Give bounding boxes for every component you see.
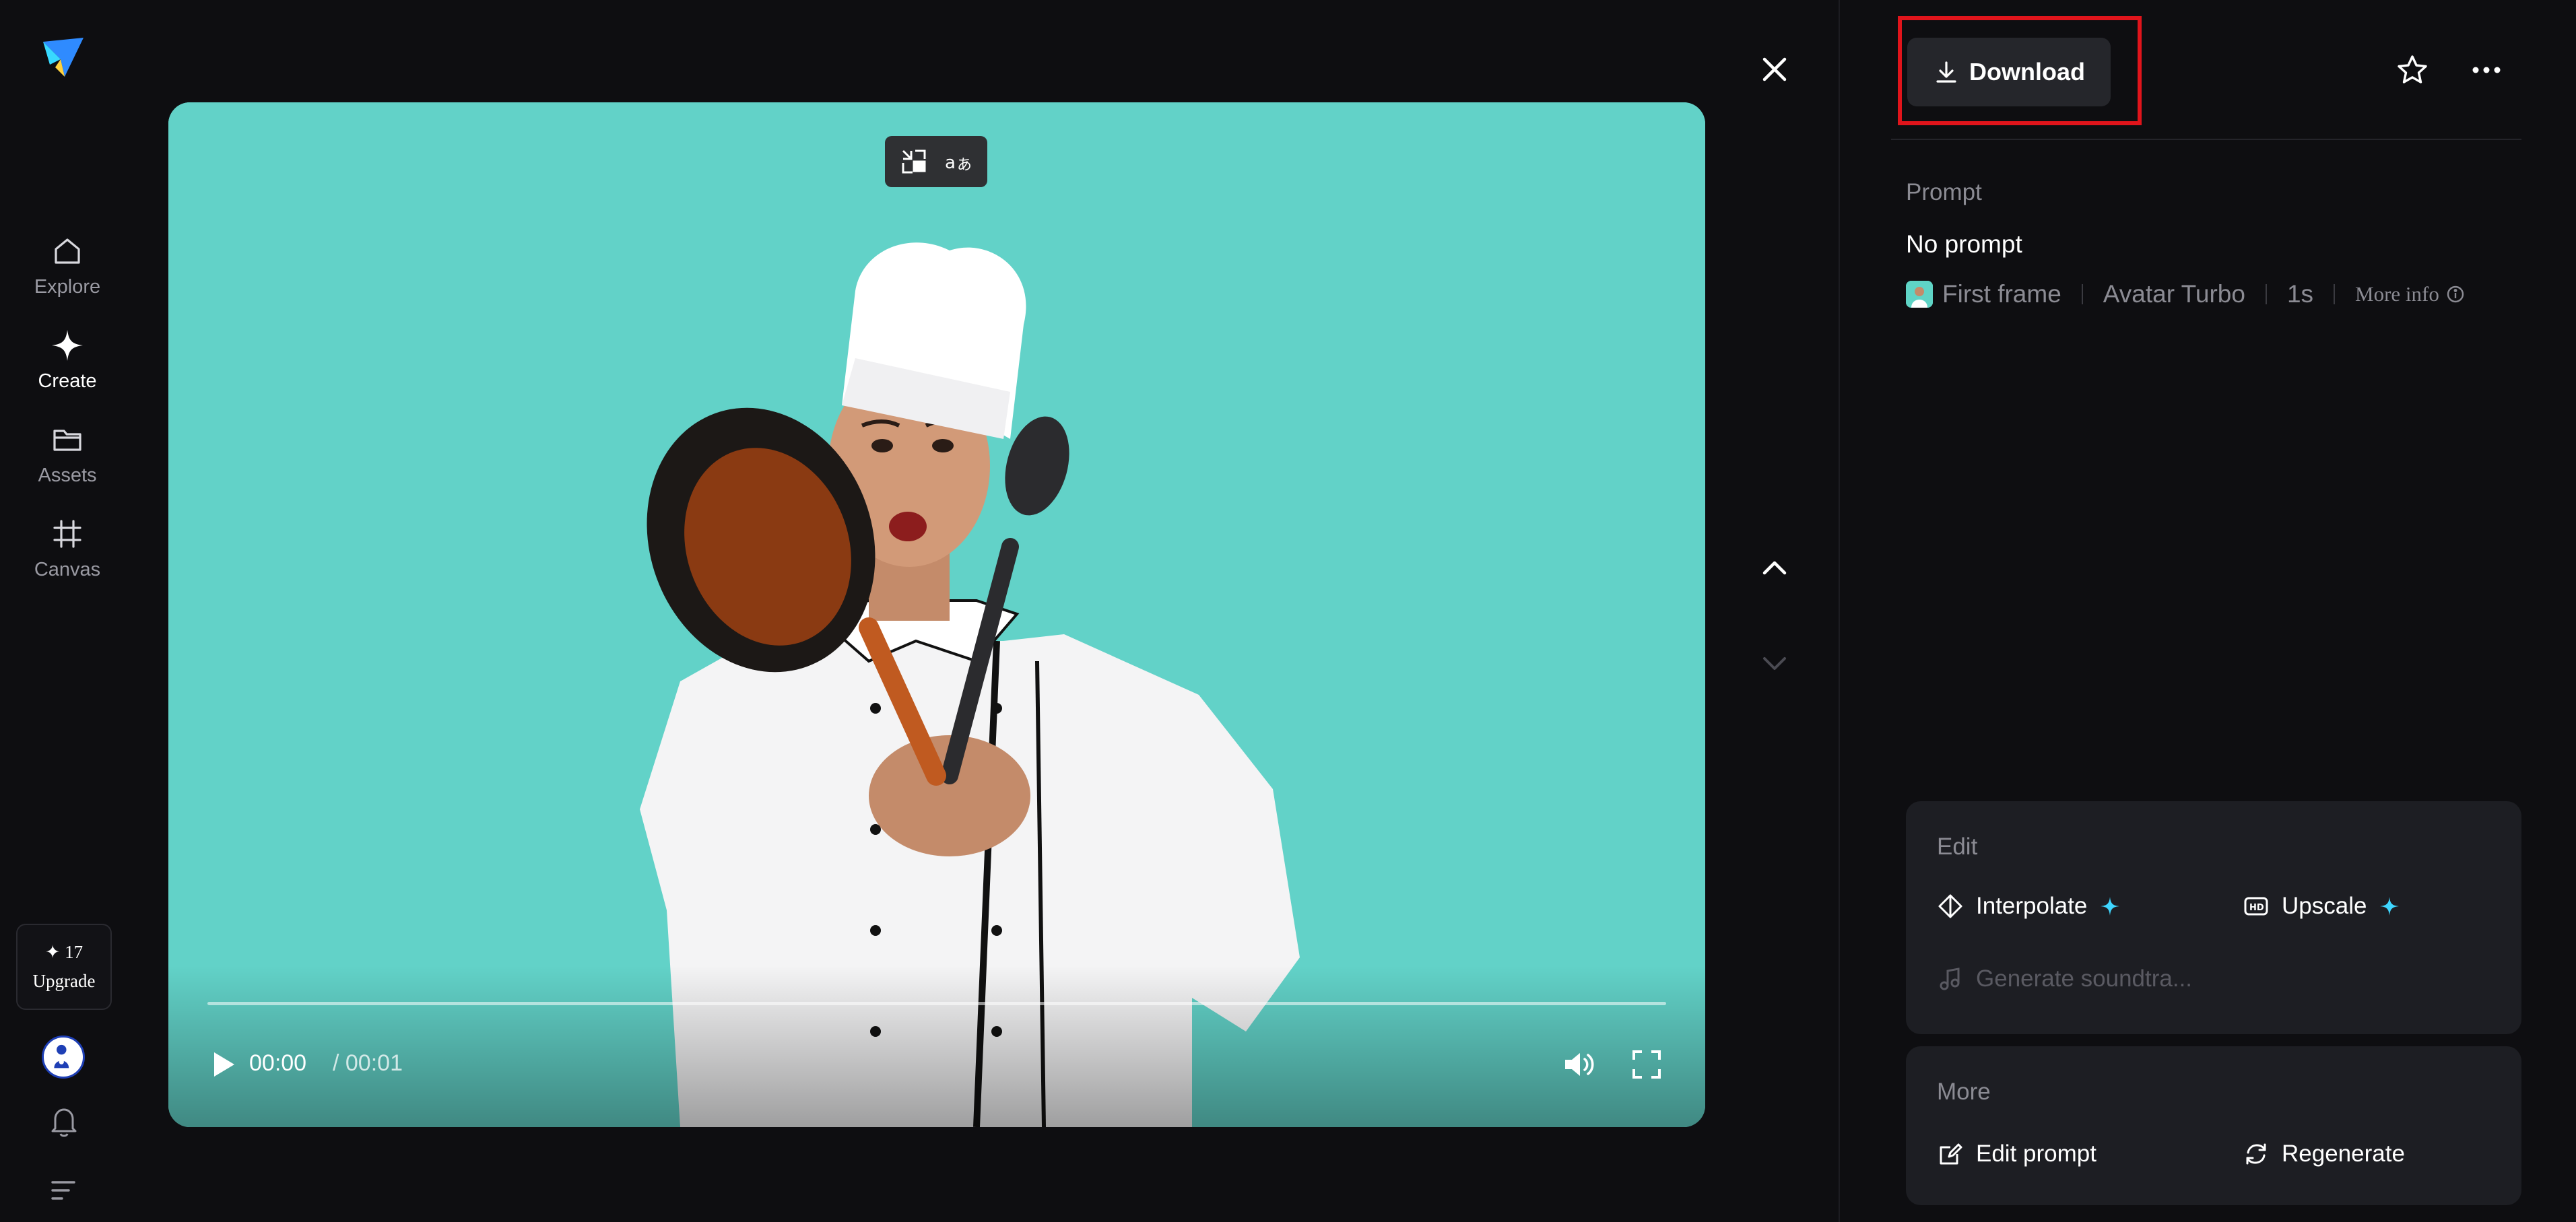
more-card: More Edit prompt Regenerate — [1906, 1046, 2521, 1205]
edit-prompt-button[interactable]: Edit prompt — [1937, 1141, 2096, 1167]
collapse-view-icon — [902, 149, 926, 174]
sidebar-item-assets[interactable]: Assets — [13, 421, 121, 502]
sidebar-item-label: Explore — [34, 276, 101, 298]
sparkle-icon — [2380, 897, 2400, 916]
sparkle-icon — [52, 330, 83, 361]
download-icon — [1936, 61, 1956, 83]
meta-separator — [2265, 284, 2267, 304]
edit-card-title: Edit — [1937, 834, 1978, 860]
svg-text:HD: HD — [2249, 903, 2264, 913]
duration-value: 1s — [2286, 280, 2314, 308]
translate-icon: a あ — [945, 153, 972, 174]
app-logo-icon[interactable] — [39, 32, 89, 82]
generation-meta: First frame Avatar Turbo 1s More info — [1906, 279, 2465, 310]
music-note-icon — [1940, 968, 1960, 990]
sidebar-item-label: Assets — [38, 465, 97, 486]
meta-separator — [2081, 284, 2083, 304]
regenerate-label: Regenerate — [2282, 1141, 2405, 1167]
chevron-down-icon[interactable] — [1758, 646, 1791, 680]
generate-soundtrack-label: Generate soundtra... — [1976, 965, 2193, 992]
bell-icon[interactable] — [48, 1104, 79, 1138]
chevron-up-icon[interactable] — [1758, 551, 1791, 584]
sidebar-item-label: Canvas — [34, 559, 101, 580]
upscale-label: Upscale — [2282, 893, 2367, 919]
more-options-icon[interactable] — [2468, 55, 2505, 85]
panel-divider — [1839, 0, 1840, 1222]
video-progress-bar[interactable] — [207, 1002, 1666, 1005]
edit-prompt-icon — [1940, 1143, 1962, 1165]
more-info-link[interactable]: More info — [2355, 282, 2465, 306]
controls-gradient — [168, 965, 1705, 1127]
download-label: Download — [1969, 58, 2085, 86]
svg-text:a: a — [945, 153, 956, 173]
interpolate-label: Interpolate — [1976, 893, 2088, 919]
play-icon[interactable] — [205, 1046, 241, 1083]
sidebar-item-canvas[interactable]: Canvas — [13, 516, 121, 597]
volume-icon[interactable] — [1560, 1045, 1599, 1084]
first-frame-thumbnail — [1906, 281, 1933, 308]
meta-separator — [2334, 284, 2336, 304]
user-avatar-icon — [44, 1038, 79, 1073]
regenerate-icon — [2246, 1143, 2266, 1165]
current-time: 00:00 — [249, 1050, 307, 1076]
hd-icon: HD — [2244, 897, 2268, 916]
regenerate-button[interactable]: Regenerate — [2243, 1141, 2405, 1167]
header-divider — [1891, 139, 2521, 140]
generate-soundtrack-button[interactable]: Generate soundtra... — [1937, 965, 2192, 992]
menu-icon[interactable] — [48, 1178, 78, 1202]
sidebar-item-create[interactable]: Create — [13, 327, 121, 408]
sidebar-item-label: Create — [38, 370, 97, 392]
model-name: Avatar Turbo — [2103, 280, 2245, 308]
canvas-grid-icon — [53, 520, 81, 548]
interpolate-icon — [1938, 894, 1962, 918]
more-card-title: More — [1937, 1079, 1991, 1105]
prompt-value: No prompt — [1906, 230, 2022, 258]
video-overlay-tools: a あ — [885, 136, 987, 187]
edit-prompt-label: Edit prompt — [1976, 1141, 2096, 1167]
left-sidebar: Explore Create Assets Canvas ✦ 17 Upgrad… — [0, 0, 135, 1222]
upscale-button[interactable]: HD Upscale — [2243, 893, 2400, 920]
home-icon — [55, 238, 80, 264]
sparkle-icon — [2101, 897, 2120, 916]
info-icon — [2447, 285, 2464, 303]
upgrade-label: Upgrade — [32, 971, 96, 991]
download-button[interactable]: Download — [1907, 38, 2111, 106]
prompt-label: Prompt — [1906, 179, 1982, 205]
video-duration: / 00:01 — [333, 1050, 403, 1076]
close-icon[interactable] — [1758, 53, 1791, 86]
interpolate-button[interactable]: Interpolate — [1937, 893, 2121, 920]
sidebar-item-explore[interactable]: Explore — [13, 233, 121, 314]
more-info-label: More info — [2355, 282, 2439, 306]
svg-text:あ: あ — [957, 157, 972, 174]
video-player[interactable]: a あ 00:00 / 00:01 — [168, 102, 1705, 1127]
fullscreen-icon[interactable] — [1630, 1048, 1663, 1081]
folder-icon — [53, 430, 81, 451]
first-frame-label: First frame — [1942, 280, 2061, 308]
upgrade-button[interactable]: ✦ 17 Upgrade — [16, 924, 112, 1010]
app-root: Explore Create Assets Canvas ✦ 17 Upgrad… — [0, 0, 2576, 1222]
avatar[interactable] — [42, 1036, 85, 1079]
edit-card: Edit Interpolate HD Upscale Generate sou… — [1906, 801, 2521, 1034]
collapse-view-button[interactable] — [895, 143, 933, 180]
star-icon[interactable] — [2395, 53, 2430, 88]
translate-button[interactable]: a あ — [939, 143, 977, 180]
credits-count: ✦ 17 — [44, 942, 84, 962]
